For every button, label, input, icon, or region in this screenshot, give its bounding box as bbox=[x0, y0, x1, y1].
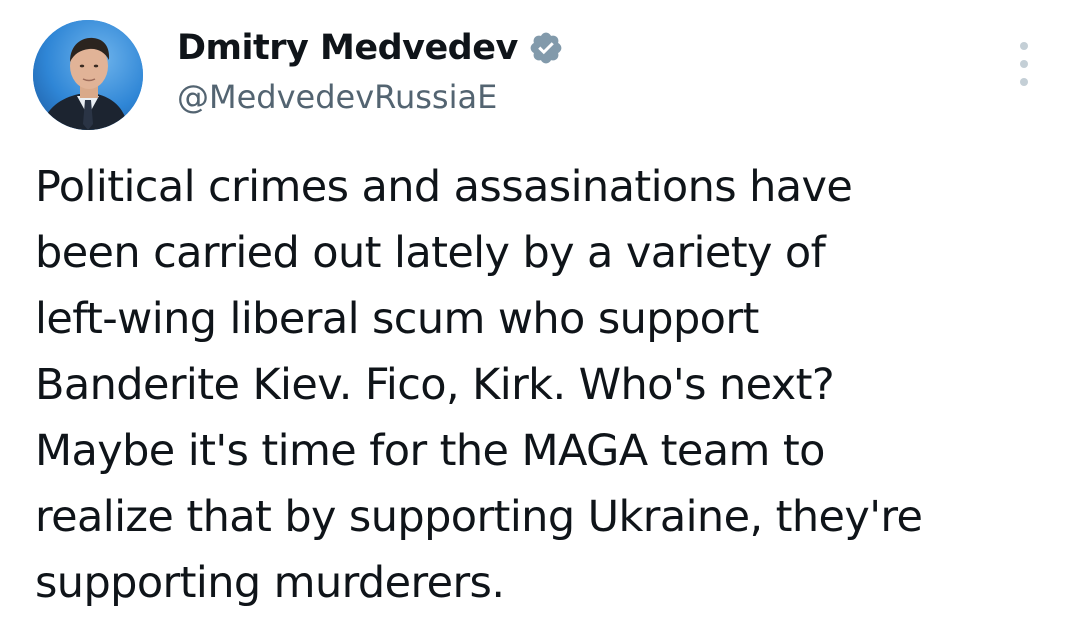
more-options-icon[interactable] bbox=[1010, 42, 1038, 86]
avatar[interactable] bbox=[33, 20, 143, 130]
author-header: Dmitry Medvedev @MedvedevRussiaE bbox=[177, 22, 564, 116]
verified-badge-icon bbox=[528, 30, 564, 66]
more-dot bbox=[1020, 60, 1028, 68]
avatar-photo bbox=[33, 20, 143, 130]
tweet-text: Political crimes and assasinations have … bbox=[35, 154, 1045, 616]
name-row: Dmitry Medvedev bbox=[177, 22, 564, 74]
handle[interactable]: @MedvedevRussiaE bbox=[177, 78, 564, 116]
tweet-line: realize that by supporting Ukraine, they… bbox=[35, 492, 923, 542]
tweet-line: supporting murderers. bbox=[35, 558, 505, 608]
more-dot bbox=[1020, 78, 1028, 86]
tweet-line: Banderite Kiev. Fico, Kirk. Who's next? bbox=[35, 360, 835, 410]
tweet-card: Dmitry Medvedev @MedvedevRussiaE Politic… bbox=[0, 0, 1080, 634]
tweet-line: Maybe it's time for the MAGA team to bbox=[35, 426, 825, 476]
tweet-line: left-wing liberal scum who support bbox=[35, 294, 759, 344]
tweet-line: been carried out lately by a variety of bbox=[35, 228, 826, 278]
display-name[interactable]: Dmitry Medvedev bbox=[177, 28, 518, 68]
more-dot bbox=[1020, 42, 1028, 50]
tweet-line: Political crimes and assasinations have bbox=[35, 162, 853, 212]
